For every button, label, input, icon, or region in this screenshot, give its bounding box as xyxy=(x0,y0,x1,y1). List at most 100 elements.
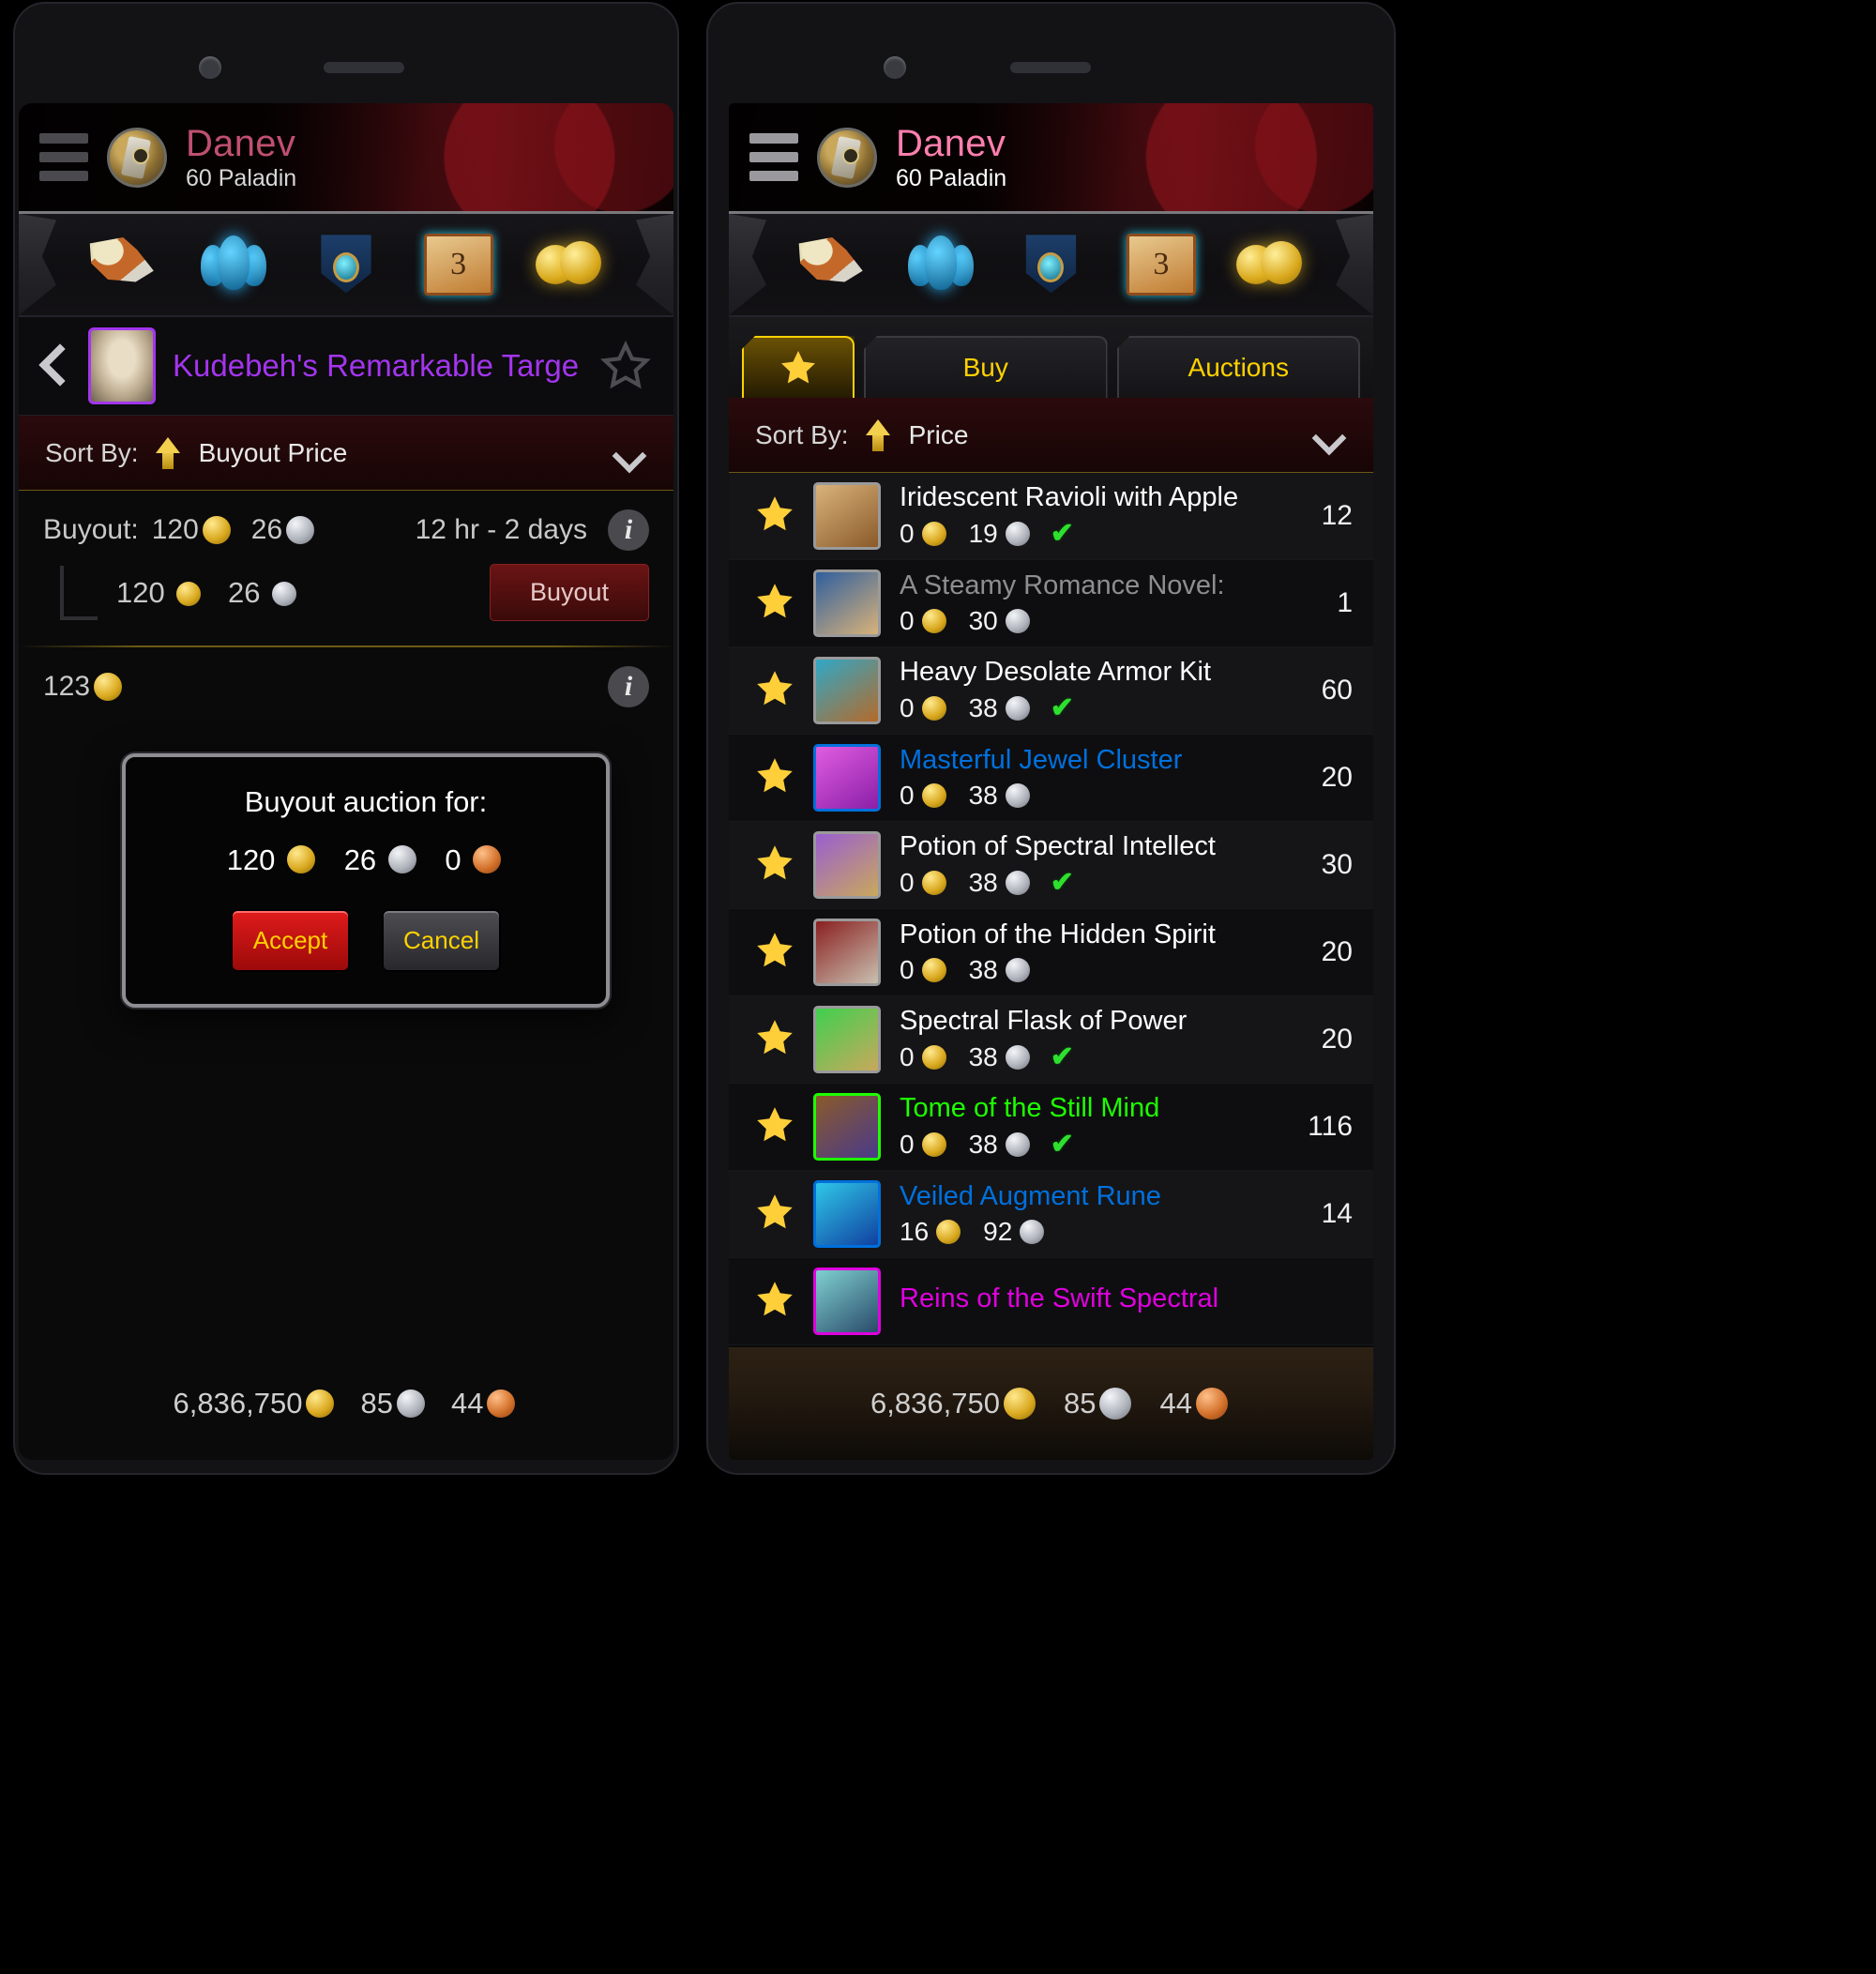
table-row[interactable]: Heavy Desolate Armor Kit 0 38 ✔ 60 xyxy=(729,647,1373,735)
left-sort-bar[interactable]: Sort By: Buyout Price xyxy=(19,416,673,491)
table-row[interactable]: A Steamy Romance Novel: 0 30 1 xyxy=(729,560,1373,647)
item-price: 0 38 ✔ xyxy=(900,691,1268,724)
favorite-star-icon[interactable] xyxy=(753,1016,808,1064)
item-icon[interactable] xyxy=(813,1180,881,1248)
gold-coin-icon xyxy=(936,1219,961,1244)
gold-coin-icon xyxy=(176,581,202,606)
item-icon[interactable] xyxy=(813,919,881,986)
item-icon[interactable] xyxy=(813,1093,881,1161)
item-icon[interactable] xyxy=(813,1268,881,1335)
chevron-down-icon[interactable] xyxy=(615,444,647,463)
earpiece-speaker xyxy=(1010,62,1091,73)
left-phone-frame: Danev 60 Paladin Kudebeh's Remarkable T xyxy=(13,2,679,1475)
item-icon[interactable] xyxy=(813,1006,881,1073)
left-header: Danev 60 Paladin xyxy=(19,103,673,211)
right-sort-bar[interactable]: Sort By: Price xyxy=(729,398,1373,473)
item-price: 0 38 xyxy=(900,781,1268,811)
tab-auctions[interactable]: Auctions xyxy=(1116,336,1360,398)
favorite-star-icon[interactable] xyxy=(753,493,808,540)
table-row[interactable]: Spectral Flask of Power 0 38 ✔ 20 xyxy=(729,996,1373,1084)
horn-icon[interactable] xyxy=(89,236,154,282)
item-icon[interactable] xyxy=(813,657,881,724)
item-icon[interactable] xyxy=(88,327,156,404)
price-gold: 16 xyxy=(900,1216,930,1246)
character-level-class: 60 Paladin xyxy=(896,164,1007,191)
book-icon[interactable] xyxy=(423,234,493,296)
gold-coin-icon xyxy=(306,1389,335,1418)
dialog-price: 120 26 0 xyxy=(126,843,606,877)
item-quantity: 14 xyxy=(1321,1198,1353,1229)
favorite-star-icon[interactable] xyxy=(753,842,808,889)
item-icon[interactable] xyxy=(813,569,881,637)
favorite-star-icon[interactable] xyxy=(598,340,653,392)
gold-coin-icon xyxy=(921,870,946,895)
table-row[interactable]: Iridescent Ravioli with Apple 0 19 ✔ 12 xyxy=(729,473,1373,560)
dialog-silver: 26 xyxy=(343,843,377,876)
owned-check-icon: ✔ xyxy=(1050,1129,1074,1161)
cancel-button[interactable]: Cancel xyxy=(382,909,501,972)
chevron-down-icon[interactable] xyxy=(1315,426,1347,445)
favorite-star-icon[interactable] xyxy=(753,1103,808,1151)
item-price: 0 38 ✔ xyxy=(900,866,1268,899)
left-icon-toolbar xyxy=(19,211,673,317)
table-row[interactable]: Veiled Augment Rune 16 92 14 xyxy=(729,1171,1373,1258)
character-name: Danev xyxy=(186,122,296,164)
item-icon[interactable] xyxy=(813,831,881,899)
silver-coin-icon xyxy=(1005,1044,1030,1070)
table-row[interactable]: Potion of the Hidden Spirit 0 38 20 xyxy=(729,909,1373,996)
buyout-button[interactable]: Buyout xyxy=(489,564,649,621)
book-icon[interactable] xyxy=(1126,234,1196,296)
item-name: Potion of the Hidden Spirit xyxy=(900,919,1216,950)
front-camera-icon xyxy=(199,56,221,79)
horn-icon[interactable] xyxy=(798,236,863,282)
menu-button[interactable] xyxy=(749,133,798,181)
coins-icon[interactable] xyxy=(1236,234,1306,296)
tab-buy[interactable]: Buy xyxy=(864,336,1108,398)
item-price: 0 38 ✔ xyxy=(900,1040,1268,1073)
price-gold: 0 xyxy=(900,780,915,810)
owned-check-icon: ✔ xyxy=(1050,692,1074,724)
second-auction-price: 123 xyxy=(43,671,91,702)
avatar[interactable] xyxy=(107,127,167,188)
sort-ascending-arrow-icon[interactable] xyxy=(155,436,180,469)
group-icon[interactable] xyxy=(199,234,268,296)
favorite-star-icon[interactable] xyxy=(753,580,808,628)
info-icon[interactable]: i xyxy=(608,666,649,707)
gold-coin-icon xyxy=(921,1044,946,1070)
item-icon[interactable] xyxy=(813,482,881,550)
second-auction-row: 123 i xyxy=(19,647,673,726)
item-icon[interactable] xyxy=(813,744,881,812)
favorite-star-icon[interactable] xyxy=(753,1278,808,1326)
bid-branch-connector xyxy=(60,565,98,620)
price-gold: 0 xyxy=(900,518,915,548)
accept-button[interactable]: Accept xyxy=(231,909,350,972)
favorite-star-icon[interactable] xyxy=(753,929,808,977)
left-phone-notch xyxy=(15,4,677,98)
avatar[interactable] xyxy=(817,127,877,188)
table-row[interactable]: Masterful Jewel Cluster 0 38 20 xyxy=(729,735,1373,822)
sort-label: Sort By: xyxy=(755,419,849,449)
table-row[interactable]: Tome of the Still Mind 0 38 ✔ 116 xyxy=(729,1084,1373,1171)
item-name: Veiled Augment Rune xyxy=(900,1181,1161,1212)
silver-coin-icon xyxy=(1020,1219,1045,1244)
character-info: Danev 60 Paladin xyxy=(186,122,296,191)
favorite-star-icon[interactable] xyxy=(753,667,808,715)
menu-button[interactable] xyxy=(39,133,88,181)
favorite-star-icon[interactable] xyxy=(753,1191,808,1238)
coins-icon[interactable] xyxy=(536,234,605,296)
info-icon[interactable]: i xyxy=(608,509,649,551)
money-silver: 85 xyxy=(360,1387,393,1420)
auction-duration: 12 hr - 2 days xyxy=(415,514,587,545)
price-gold: 0 xyxy=(900,1041,915,1071)
table-row[interactable]: Potion of Spectral Intellect 0 38 ✔ 30 xyxy=(729,822,1373,909)
tab-favorites[interactable] xyxy=(742,336,855,398)
back-chevron-icon[interactable] xyxy=(39,344,71,387)
favorite-star-icon[interactable] xyxy=(753,754,808,802)
tabard-icon[interactable] xyxy=(321,235,371,294)
group-icon[interactable] xyxy=(906,234,976,296)
item-name: Potion of Spectral Intellect xyxy=(900,830,1216,861)
money-gold: 6,836,750 xyxy=(870,1387,1000,1420)
table-row[interactable]: Reins of the Swift Spectral xyxy=(729,1258,1373,1345)
sort-ascending-arrow-icon[interactable] xyxy=(865,418,890,451)
tabard-icon[interactable] xyxy=(1025,235,1077,294)
